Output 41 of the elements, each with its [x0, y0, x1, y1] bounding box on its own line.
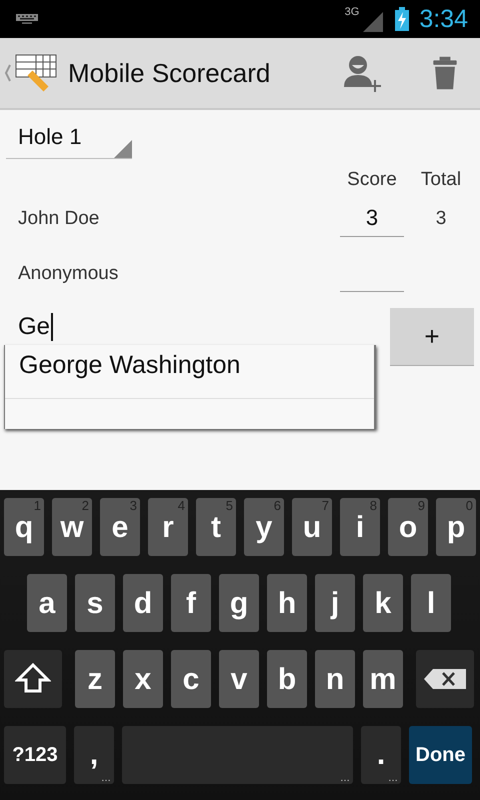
key[interactable]: m	[363, 650, 403, 708]
player-name: Anonymous	[18, 262, 120, 284]
signal-icon	[363, 12, 384, 32]
player-name: John Doe	[18, 208, 100, 230]
backspace-key[interactable]	[416, 650, 474, 708]
key[interactable]: b	[267, 650, 307, 708]
suggestion-item[interactable]: George Washington	[5, 345, 374, 399]
key[interactable]: k	[363, 574, 403, 632]
player-name-field[interactable]: Ge	[4, 305, 380, 345]
clock: 3:34	[419, 4, 468, 34]
key[interactable]: d	[123, 574, 163, 632]
score-field[interactable]: 3	[340, 200, 404, 236]
done-key[interactable]: Done	[409, 726, 472, 784]
backspace-icon	[423, 668, 467, 690]
key[interactable]: , …	[74, 726, 114, 784]
battery-icon	[395, 7, 410, 31]
keyboard-icon	[16, 14, 38, 24]
add-player-button[interactable]: +	[390, 308, 474, 366]
key[interactable]: n	[315, 650, 355, 708]
key[interactable]: s	[75, 574, 115, 632]
hole-spinner[interactable]: Hole 1	[6, 120, 132, 159]
key[interactable]: v	[219, 650, 259, 708]
key[interactable]: h	[267, 574, 307, 632]
key[interactable]: l	[411, 574, 451, 632]
key[interactable]: x	[123, 650, 163, 708]
key[interactable]: z	[75, 650, 115, 708]
space-key[interactable]: …	[122, 726, 353, 784]
column-header: Total	[420, 169, 462, 191]
key[interactable]: . …	[361, 726, 401, 784]
key[interactable]: j	[315, 574, 355, 632]
total-score: 3	[434, 208, 448, 230]
column-header: Score	[346, 169, 398, 191]
network-type: 3G	[344, 6, 360, 18]
app-title: Mobile Scorecard	[68, 58, 270, 88]
shift-key[interactable]	[4, 650, 62, 708]
key[interactable]: c	[171, 650, 211, 708]
key[interactable]: f	[171, 574, 211, 632]
key[interactable]: g	[219, 574, 259, 632]
symbols-key[interactable]: ?123	[4, 726, 66, 784]
key[interactable]: a	[27, 574, 67, 632]
add-person-icon[interactable]	[342, 53, 382, 93]
